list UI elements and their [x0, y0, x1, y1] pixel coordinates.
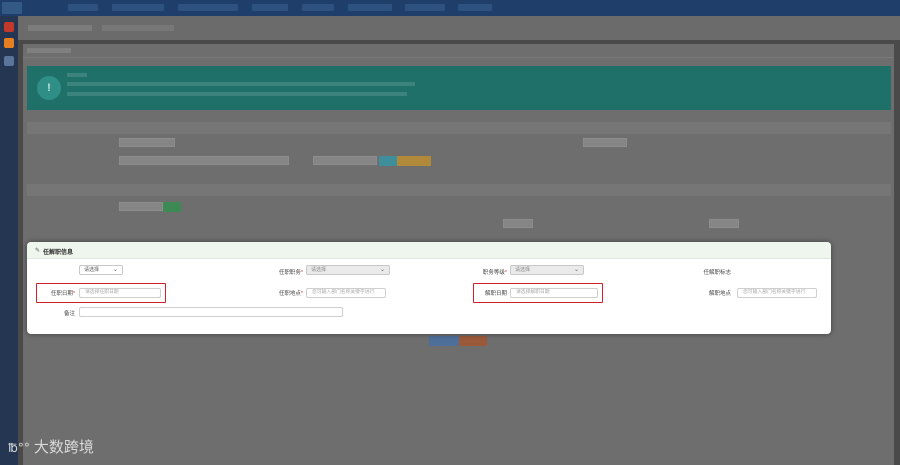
nav-item-7-placeholder	[405, 4, 445, 11]
nav-item-3-placeholder	[178, 4, 238, 11]
required-mark: *	[72, 291, 75, 297]
nav-item-5-placeholder	[302, 4, 334, 11]
edit-icon: ✎	[35, 248, 41, 254]
dim-field-7	[709, 219, 739, 228]
remark-input[interactable]	[79, 307, 343, 317]
notice-banner: !	[27, 66, 891, 110]
position-label-text: 任职职务	[278, 270, 301, 276]
type-select-value: 请选择	[84, 267, 100, 273]
chevron-down-icon: ⌄	[573, 267, 579, 273]
appoint-mark-label: 任解职标志	[703, 270, 731, 276]
section-header-a	[27, 122, 891, 134]
required-mark: *	[300, 291, 303, 297]
divider	[23, 57, 894, 58]
dim-field-2	[583, 138, 627, 147]
position-select-value: 请选择	[311, 267, 327, 273]
dim-close-button	[459, 336, 487, 346]
section-header-b	[27, 184, 891, 196]
page-title	[27, 48, 71, 53]
rank-select-value: 请选择	[515, 267, 531, 273]
dim-field-4	[313, 156, 377, 165]
dismiss-place-input[interactable]: 您可输入部门名称关键字进行	[737, 288, 817, 298]
appointment-modal: ✎ 任解职信息 岗位* 请选择⌄ 任职职务* 请选择⌄ 职务等级* 请选择⌄ 任…	[27, 242, 831, 334]
nav-item-2-placeholder	[112, 4, 164, 11]
rank-select[interactable]: 请选择 ⌄	[510, 265, 584, 275]
nav-item-8-placeholder	[458, 4, 492, 11]
position-label: 任职职务*	[253, 268, 303, 276]
nav-item-1-placeholder	[68, 4, 98, 11]
info-icon: !	[37, 76, 61, 100]
appoint-place-label-text: 任职地点	[278, 291, 301, 297]
nav-item-4-placeholder	[252, 4, 288, 11]
notice-line-2	[67, 82, 415, 86]
breadcrumb	[18, 16, 900, 40]
watermark: ℔°° 大数跨境	[8, 436, 94, 457]
app-logo[interactable]	[2, 2, 22, 14]
nav-item-6-placeholder	[348, 4, 392, 11]
chevron-down-icon: ⌄	[112, 267, 118, 273]
required-mark: *	[300, 270, 303, 276]
breadcrumb-current[interactable]	[102, 25, 174, 31]
appoint-place-label: 任职地点*	[253, 289, 303, 297]
left-rail	[0, 16, 18, 465]
appoint-date-label-text: 任职日期	[50, 291, 73, 297]
dismiss-date-label: 解职日期	[484, 291, 507, 297]
home-icon[interactable]	[4, 22, 14, 32]
required-mark: *	[504, 270, 507, 276]
dim-reset-button	[397, 156, 431, 166]
notice-line-3	[67, 92, 407, 96]
watermark-text: 大数跨境	[33, 438, 94, 456]
dim-save-button	[429, 336, 459, 346]
dim-field-5	[119, 202, 163, 211]
appoint-place-input[interactable]: 您可输入部门名称关键字进行	[306, 288, 386, 298]
type-select[interactable]: 请选择 ⌄	[79, 265, 123, 275]
top-navigation	[0, 0, 900, 16]
dim-field-3	[119, 156, 289, 165]
appoint-date-input[interactable]: 请选择任职日期	[79, 288, 161, 298]
remark-label: 备注	[63, 311, 75, 317]
notice-line-1	[67, 73, 87, 77]
dim-select-button	[163, 202, 181, 212]
position-select[interactable]: 请选择 ⌄	[306, 265, 390, 275]
dismiss-date-input[interactable]: 请选择解职日期	[510, 288, 598, 298]
modal-title: 任解职信息	[43, 250, 74, 256]
modal-header: ✎ 任解职信息	[27, 242, 831, 259]
rank-label: 职务等级*	[455, 268, 507, 276]
grid-icon[interactable]	[4, 56, 14, 66]
shortcut-icon[interactable]	[4, 38, 14, 48]
watermark-logo: ℔°°	[8, 441, 30, 455]
chevron-down-icon: ⌄	[379, 267, 385, 273]
dim-search-button	[379, 156, 397, 166]
appoint-date-label: 任职日期*	[39, 289, 75, 297]
breadcrumb-home[interactable]	[28, 25, 92, 31]
dim-field-1	[119, 138, 175, 147]
dismiss-place-label: 解职地点	[708, 291, 731, 297]
dim-field-6	[503, 219, 533, 228]
rank-label-text: 职务等级	[482, 270, 505, 276]
